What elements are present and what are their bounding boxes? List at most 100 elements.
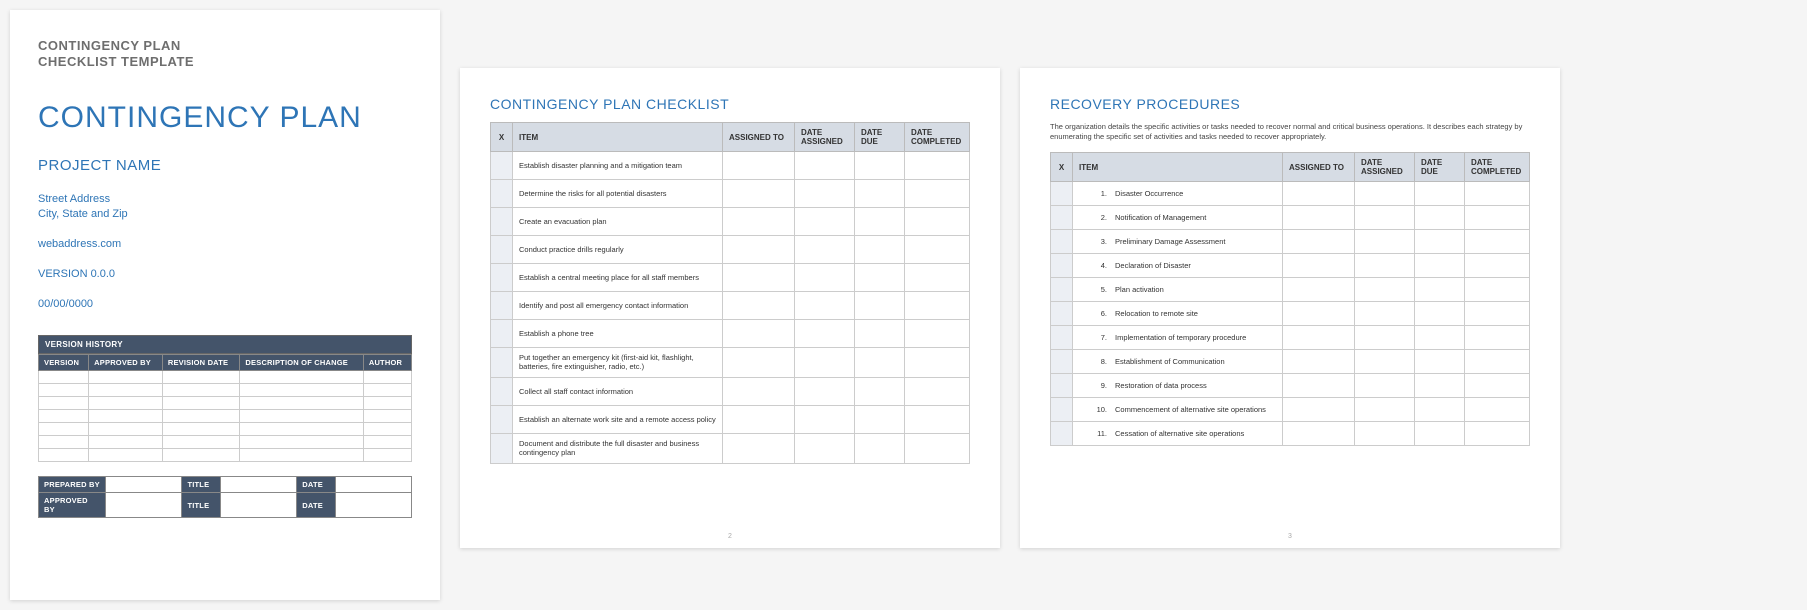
checkbox-cell[interactable]	[491, 348, 513, 378]
assigned-cell	[723, 320, 795, 348]
checkbox-cell[interactable]	[1051, 182, 1073, 206]
item-cell: Collect all staff contact information	[513, 377, 723, 405]
item-cell: 5.Plan activation	[1073, 278, 1283, 302]
checkbox-cell[interactable]	[1051, 398, 1073, 422]
doc-label-line2: CHECKLIST TEMPLATE	[38, 54, 412, 70]
table-row: Establish a phone tree	[491, 320, 970, 348]
checkbox-cell[interactable]	[1051, 254, 1073, 278]
version-history-col: REVISION DATE	[162, 355, 240, 371]
assigned-cell	[723, 180, 795, 208]
address-line2: City, State and Zip	[38, 207, 412, 223]
checkbox-cell[interactable]	[491, 208, 513, 236]
checkbox-cell[interactable]	[491, 236, 513, 264]
signature-row: APPROVED BYTITLEDATE	[39, 493, 412, 518]
col-date-assigned: DATE ASSIGNED	[795, 123, 855, 152]
item-cell: Identify and post all emergency contact …	[513, 292, 723, 320]
date-due-cell	[1415, 374, 1465, 398]
table-row: 2.Notification of Management	[1051, 206, 1530, 230]
date-assigned-cell	[1355, 302, 1415, 326]
page-checklist: CONTINGENCY PLAN CHECKLIST X ITEM ASSIGN…	[460, 68, 1000, 548]
checkbox-cell[interactable]	[1051, 206, 1073, 230]
date-assigned-cell	[1355, 326, 1415, 350]
date-assigned-cell	[795, 152, 855, 180]
assigned-cell	[1283, 230, 1355, 254]
version-text: VERSION 0.0.0	[38, 267, 412, 283]
assigned-cell	[1283, 182, 1355, 206]
item-cell: 6.Relocation to remote site	[1073, 302, 1283, 326]
checkbox-cell[interactable]	[1051, 278, 1073, 302]
assigned-cell	[723, 208, 795, 236]
date-due-cell	[855, 236, 905, 264]
date-due-cell	[1415, 278, 1465, 302]
doc-title: CONTINGENCY PLAN	[38, 101, 412, 135]
checkbox-cell[interactable]	[491, 405, 513, 433]
checkbox-cell[interactable]	[491, 320, 513, 348]
table-row: Establish a central meeting place for al…	[491, 264, 970, 292]
date-completed-cell	[905, 208, 970, 236]
sig-value	[106, 493, 182, 518]
assigned-cell	[723, 152, 795, 180]
date-due-cell	[855, 292, 905, 320]
table-row: Put together an emergency kit (first-aid…	[491, 348, 970, 378]
assigned-cell	[723, 264, 795, 292]
sig-value	[106, 477, 182, 493]
item-cell: 8.Establishment of Communication	[1073, 350, 1283, 374]
date-completed-cell	[1465, 278, 1530, 302]
table-row	[39, 397, 412, 410]
date-completed-cell	[905, 433, 970, 463]
date-due-cell	[855, 180, 905, 208]
checkbox-cell[interactable]	[1051, 230, 1073, 254]
item-cell: Create an evacuation plan	[513, 208, 723, 236]
table-row: Establish an alternate work site and a r…	[491, 405, 970, 433]
checkbox-cell[interactable]	[491, 292, 513, 320]
checkbox-cell[interactable]	[491, 377, 513, 405]
date-due-cell	[1415, 230, 1465, 254]
date-completed-cell	[1465, 182, 1530, 206]
date-due-cell	[1415, 206, 1465, 230]
date-assigned-cell	[795, 208, 855, 236]
checkbox-cell[interactable]	[491, 264, 513, 292]
date-completed-cell	[905, 320, 970, 348]
date-due-cell	[855, 433, 905, 463]
table-row: Document and distribute the full disaste…	[491, 433, 970, 463]
assigned-cell	[1283, 278, 1355, 302]
checkbox-cell[interactable]	[1051, 350, 1073, 374]
sig-label: APPROVED BY	[39, 493, 106, 518]
date-assigned-cell	[1355, 230, 1415, 254]
assigned-cell	[723, 292, 795, 320]
assigned-cell	[1283, 374, 1355, 398]
assigned-cell	[723, 433, 795, 463]
table-row: 11.Cessation of alternative site operati…	[1051, 422, 1530, 446]
page-cover: CONTINGENCY PLAN CHECKLIST TEMPLATE CONT…	[10, 10, 440, 600]
version-history-col: APPROVED BY	[89, 355, 163, 371]
date-due-cell	[1415, 302, 1465, 326]
col-date-assigned: DATE ASSIGNED	[1355, 153, 1415, 182]
col-date-completed: DATE COMPLETED	[905, 123, 970, 152]
checkbox-cell[interactable]	[1051, 302, 1073, 326]
table-row	[39, 436, 412, 449]
date-due-cell	[1415, 182, 1465, 206]
checkbox-cell[interactable]	[1051, 374, 1073, 398]
checkbox-cell[interactable]	[491, 152, 513, 180]
date-due-cell	[1415, 326, 1465, 350]
page-number: 3	[1288, 533, 1292, 540]
item-cell: 7.Implementation of temporary procedure	[1073, 326, 1283, 350]
checkbox-cell[interactable]	[1051, 422, 1073, 446]
assigned-cell	[723, 236, 795, 264]
table-row: 8.Establishment of Communication	[1051, 350, 1530, 374]
recovery-table: X ITEM ASSIGNED TO DATE ASSIGNED DATE DU…	[1050, 152, 1530, 446]
table-row: Establish disaster planning and a mitiga…	[491, 152, 970, 180]
checkbox-cell[interactable]	[491, 180, 513, 208]
checklist-title: CONTINGENCY PLAN CHECKLIST	[490, 96, 970, 112]
col-date-completed: DATE COMPLETED	[1465, 153, 1530, 182]
table-row	[39, 423, 412, 436]
table-row: Identify and post all emergency contact …	[491, 292, 970, 320]
sig-title-value	[221, 493, 297, 518]
date-assigned-cell	[1355, 254, 1415, 278]
item-cell: 1.Disaster Occurrence	[1073, 182, 1283, 206]
checkbox-cell[interactable]	[491, 433, 513, 463]
date-assigned-cell	[1355, 278, 1415, 302]
date-completed-cell	[905, 236, 970, 264]
checkbox-cell[interactable]	[1051, 326, 1073, 350]
date-completed-cell	[905, 348, 970, 378]
